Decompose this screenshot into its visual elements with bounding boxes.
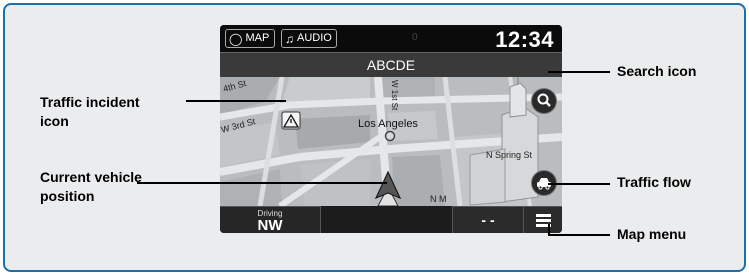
- callout-search-icon: Search icon: [617, 63, 697, 79]
- callout-current-vehicle-line1: Current vehicle: [40, 169, 142, 185]
- street-label-n-m: N M: [430, 194, 447, 204]
- callout-line-traffic-flow: [548, 183, 610, 185]
- callout-traffic-flow: Traffic flow: [617, 174, 691, 190]
- clock: 12:34: [495, 27, 554, 52]
- callout-current-vehicle: Current vehicle position: [40, 168, 142, 206]
- callout-traffic-incident-line2: icon: [40, 113, 69, 129]
- street-label-w-1st-st: W 1st St: [390, 80, 399, 111]
- music-note-icon: ♫: [285, 31, 294, 46]
- current-street-bar: ABCDE: [220, 52, 562, 78]
- heading-value: NW: [257, 217, 283, 233]
- callout-current-vehicle-line2: position: [40, 188, 95, 204]
- driving-direction-box: Driving NW: [220, 206, 321, 233]
- callout-map-menu: Map menu: [617, 226, 687, 242]
- map-view[interactable]: 4th St W 3rd St W 1st St N Spring St N M…: [220, 77, 562, 206]
- dim-indicator: 0: [412, 32, 418, 43]
- callout-line-map-menu-stem: [548, 224, 550, 235]
- callout-traffic-incident: Traffic incident icon: [40, 93, 140, 131]
- street-name: ABCDE: [366, 57, 416, 73]
- search-button[interactable]: [531, 88, 557, 114]
- warning-icon[interactable]: [281, 111, 301, 130]
- audio-button-label: AUDIO: [297, 32, 332, 44]
- distance-readout: - -: [452, 206, 523, 233]
- map-menu-button[interactable]: [523, 206, 562, 233]
- street-label-n-spring-st: N Spring St: [486, 150, 533, 160]
- top-status-bar: ◯ MAP ♫ AUDIO 0 12:34: [220, 25, 562, 52]
- search-icon: [537, 93, 551, 107]
- navigation-arrow-icon: ◯: [229, 31, 243, 46]
- city-pin-icon: [384, 130, 396, 142]
- callout-traffic-incident-line1: Traffic incident: [40, 94, 140, 110]
- callout-line-map-menu: [548, 234, 610, 236]
- audio-button[interactable]: ♫ AUDIO: [281, 29, 337, 48]
- navigation-screen: ◯ MAP ♫ AUDIO 0 12:34 ABCDE 4th St W 3rd…: [220, 25, 562, 233]
- callout-line-search-icon: [548, 71, 610, 73]
- city-label: Los Angeles: [358, 118, 418, 130]
- callout-line-traffic-incident: [186, 100, 286, 102]
- map-button-label: MAP: [245, 32, 270, 44]
- callout-line-vehicle-position: [137, 182, 387, 184]
- map-button[interactable]: ◯ MAP: [225, 29, 275, 48]
